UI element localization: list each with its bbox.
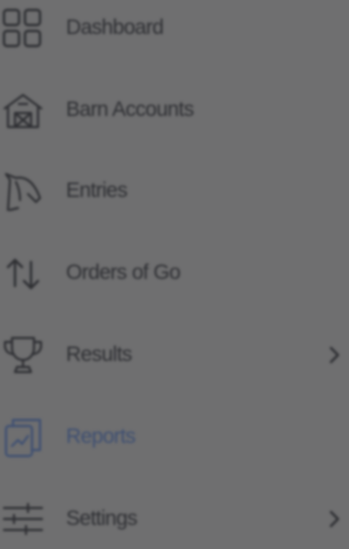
horse-head-icon <box>2 170 44 212</box>
trophy-icon <box>2 334 44 376</box>
sidebar-item-label: Reports <box>66 425 136 448</box>
chevron-right-icon <box>327 508 343 530</box>
sidebar-nav: Dashboard Barn Accounts Entries Orders o… <box>0 0 349 539</box>
sidebar-item-label: Settings <box>66 507 138 530</box>
chevron-right-icon <box>327 344 343 366</box>
grid-icon <box>2 7 44 49</box>
reports-icon <box>2 416 44 458</box>
sidebar-item-reports[interactable]: Reports <box>0 407 349 467</box>
sidebar-item-results[interactable]: Results <box>0 325 349 385</box>
sidebar-item-barn-accounts[interactable]: Barn Accounts <box>0 80 349 140</box>
sidebar-item-label: Dashboard <box>66 16 164 39</box>
sidebar-item-orders-of-go[interactable]: Orders of Go <box>0 243 349 303</box>
barn-icon <box>2 89 44 131</box>
sliders-icon <box>2 498 44 540</box>
swap-arrows-icon <box>2 252 44 294</box>
sidebar-item-label: Orders of Go <box>66 261 181 284</box>
sidebar-item-label: Entries <box>66 179 128 202</box>
sidebar-item-label: Results <box>66 343 132 366</box>
sidebar-item-dashboard[interactable]: Dashboard <box>0 0 349 58</box>
sidebar-item-settings[interactable]: Settings <box>0 489 349 549</box>
sidebar-item-entries[interactable]: Entries <box>0 161 349 221</box>
sidebar-item-label: Barn Accounts <box>66 98 194 121</box>
